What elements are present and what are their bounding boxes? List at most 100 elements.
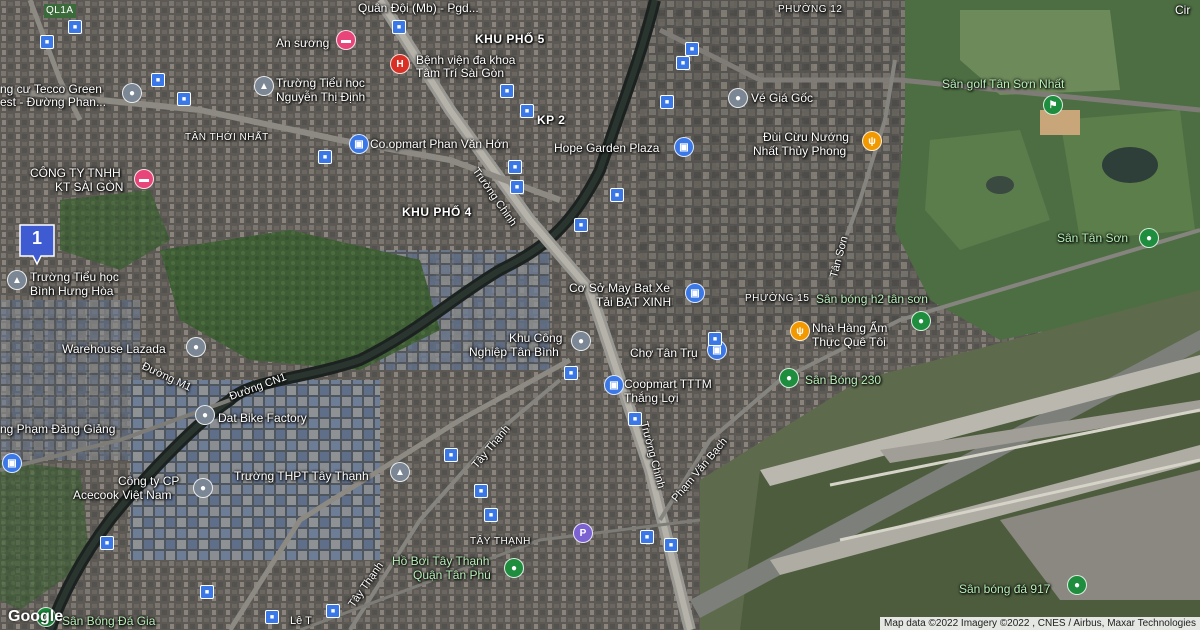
- poi-label-truong-bhh-1[interactable]: Trường Tiểu học: [30, 270, 119, 284]
- school-icon[interactable]: ▲: [7, 270, 27, 290]
- bus-stop-icon[interactable]: ■: [676, 56, 690, 70]
- bus-stop-icon[interactable]: ■: [200, 585, 214, 599]
- poi-label-coopmart-pvh[interactable]: Co.opmart Phan Văn Hớn: [370, 137, 509, 151]
- poi-label-dui-cuu-1[interactable]: Đùi Cừu Nướng: [763, 130, 849, 144]
- poi-label-truong-nguyen-2[interactable]: Nguyễn Thị Định: [276, 90, 365, 104]
- restaurant-icon[interactable]: ψ: [862, 131, 882, 151]
- poi-label-benh-vien-2[interactable]: Tâm Trí Sài Gòn: [416, 66, 504, 80]
- bus-stop-icon[interactable]: ■: [100, 536, 114, 550]
- poi-label-san-bong-230[interactable]: Sân Bóng 230: [805, 373, 881, 387]
- bus-stop-icon[interactable]: ■: [392, 20, 406, 34]
- park-icon[interactable]: ●: [1067, 575, 1087, 595]
- bus-stop-icon[interactable]: ■: [177, 92, 191, 106]
- bus-stop-icon[interactable]: ■: [564, 366, 578, 380]
- poi-label-san-bong-917[interactable]: Sân bóng đá 917: [959, 582, 1050, 596]
- shopping-bag-icon[interactable]: ▣: [604, 375, 624, 395]
- bus-stop-icon[interactable]: ■: [40, 35, 54, 49]
- place-pin-icon[interactable]: ●: [122, 83, 142, 103]
- place-pin-icon[interactable]: ●: [571, 331, 591, 351]
- numbered-location-marker[interactable]: 1: [19, 224, 55, 266]
- satellite-map[interactable]: KHU PHỐ 5 KP 2 KHU PHỐ 4 TÂN THỚI NHẤT P…: [0, 0, 1200, 630]
- hospital-icon[interactable]: H: [390, 54, 410, 74]
- poi-label-an-suong[interactable]: An sương: [276, 36, 329, 50]
- bus-stop-icon[interactable]: ■: [660, 95, 674, 109]
- poi-label-coopmart-tttm-1[interactable]: Coopmart TTTM: [624, 377, 712, 391]
- poi-label-kcn-2[interactable]: Nghiệp Tân Bình: [469, 345, 559, 359]
- poi-label-acecook-2[interactable]: Acecook Việt Nam: [73, 488, 172, 502]
- poi-label-cong-ty-1[interactable]: CÔNG TY TNHH: [30, 166, 121, 180]
- shopping-bag-icon[interactable]: ▣: [685, 283, 705, 303]
- place-pin-icon[interactable]: ●: [193, 478, 213, 498]
- poi-label-kcn-1[interactable]: Khu Công: [509, 331, 562, 345]
- poi-label-cong-ty-2[interactable]: KT SÀI GÒN: [55, 180, 123, 194]
- bus-stop-icon[interactable]: ■: [151, 73, 165, 87]
- bus-stop-icon[interactable]: ■: [510, 180, 524, 194]
- poi-label-san-golf[interactable]: Sân golf Tân Sơn Nhất: [942, 77, 1064, 91]
- poi-label-coopmart-tttm-2[interactable]: Thắng Lợi: [624, 391, 679, 405]
- golf-icon[interactable]: ⚑: [1043, 95, 1063, 115]
- poi-label-dat-bike[interactable]: Dat Bike Factory: [218, 411, 307, 425]
- poi-label-truong-nguyen-1[interactable]: Trường Tiểu học: [276, 76, 365, 90]
- shopping-bag-icon[interactable]: ▣: [349, 134, 369, 154]
- poi-label-ve-gia-goc[interactable]: Vé Giá Gốc: [751, 91, 813, 105]
- poi-label-san-bong-h2[interactable]: Sân bóng h2 tân sơn: [816, 292, 928, 306]
- bed-icon[interactable]: ▬: [336, 30, 356, 50]
- area-label-khu-pho-4: KHU PHỐ 4: [402, 205, 472, 219]
- school-icon[interactable]: ▲: [254, 76, 274, 96]
- poi-label-co-so-1[interactable]: Cơ Sở May Bạt Xe: [569, 281, 670, 295]
- bus-stop-icon[interactable]: ■: [68, 20, 82, 34]
- poi-label-warehouse[interactable]: Warehouse Lazada: [62, 342, 166, 356]
- park-icon[interactable]: ●: [779, 368, 799, 388]
- poi-label-tecco-1[interactable]: ng cư Tecco Green: [0, 82, 102, 96]
- bus-stop-icon[interactable]: ■: [484, 508, 498, 522]
- poi-label-hope-garden[interactable]: Hope Garden Plaza: [554, 141, 659, 155]
- map-attribution[interactable]: Map data ©2022 Imagery ©2022 , CNES / Ai…: [880, 617, 1200, 630]
- poi-label-tecco-2[interactable]: est - Đường Phan...: [0, 95, 106, 109]
- poi-label-cho-tan-tru[interactable]: Chợ Tân Trụ: [630, 346, 698, 360]
- poi-label-san-tan-son[interactable]: Sân Tân Sơn: [1057, 231, 1128, 245]
- bus-stop-icon[interactable]: ■: [500, 84, 514, 98]
- bus-stop-icon[interactable]: ■: [664, 538, 678, 552]
- poi-label-san-bong-da-gia[interactable]: Sân Bóng Đá Gia: [62, 614, 155, 628]
- parking-icon[interactable]: P: [573, 523, 593, 543]
- bus-stop-icon[interactable]: ■: [444, 448, 458, 462]
- poi-label-co-so-2[interactable]: Tải BẠT XINH: [596, 295, 671, 309]
- place-pin-icon[interactable]: ●: [728, 88, 748, 108]
- bus-stop-icon[interactable]: ■: [640, 530, 654, 544]
- school-icon[interactable]: ▲: [390, 462, 410, 482]
- shopping-bag-icon[interactable]: ▣: [2, 453, 22, 473]
- poi-label-nha-hang-2[interactable]: Thực Quê Tôi: [812, 335, 886, 349]
- bus-stop-icon[interactable]: ■: [326, 604, 340, 618]
- bus-stop-icon[interactable]: ■: [318, 150, 332, 164]
- bus-stop-icon[interactable]: ■: [474, 484, 488, 498]
- poi-label-truong-thpt[interactable]: Trường THPT Tây Thạnh: [234, 469, 369, 483]
- bus-stop-icon[interactable]: ■: [574, 218, 588, 232]
- bus-stop-icon[interactable]: ■: [265, 610, 279, 624]
- poi-label-truong-bhh-2[interactable]: Bình Hưng Hòa: [30, 284, 113, 298]
- place-pin-icon[interactable]: ●: [195, 405, 215, 425]
- park-icon[interactable]: ●: [504, 558, 524, 578]
- poi-label-pham-dang-giang[interactable]: ng Phạm Đăng Giảng: [0, 422, 115, 436]
- area-label-tay-thanh: TÂY THẠNH: [470, 536, 531, 547]
- bus-stop-icon[interactable]: ■: [520, 104, 534, 118]
- bus-stop-icon[interactable]: ■: [685, 42, 699, 56]
- poi-label-acecook-1[interactable]: Công ty CP: [118, 474, 179, 488]
- poi-label-dui-cuu-2[interactable]: Nhất Thủy Phong: [753, 144, 846, 158]
- poi-label-quan-doi[interactable]: Quân Đội (Mb) - Pgd...: [358, 1, 479, 15]
- bed-icon[interactable]: ▬: [134, 169, 154, 189]
- bus-stop-icon[interactable]: ■: [708, 332, 722, 346]
- poi-label-ho-boi-1[interactable]: Hồ Bơi Tây Thạnh: [392, 554, 489, 568]
- poi-label-ho-boi-2[interactable]: Quận Tân Phú: [413, 568, 491, 582]
- bus-stop-icon[interactable]: ■: [610, 188, 624, 202]
- poi-label-nha-hang-1[interactable]: Nhà Hàng Ẩm: [812, 321, 887, 335]
- shopping-bag-icon[interactable]: ▣: [674, 137, 694, 157]
- poi-label-benh-vien-1[interactable]: Bệnh viện đa khoa: [416, 53, 515, 67]
- bus-stop-icon[interactable]: ■: [508, 160, 522, 174]
- bus-stop-icon[interactable]: ■: [628, 412, 642, 426]
- park-icon[interactable]: ●: [911, 311, 931, 331]
- restaurant-icon[interactable]: ψ: [790, 321, 810, 341]
- poi-label-cir[interactable]: Cir: [1175, 3, 1190, 17]
- road-shield-ql1a: QL1A: [44, 4, 76, 18]
- place-pin-icon[interactable]: ●: [186, 337, 206, 357]
- park-icon[interactable]: ●: [1139, 228, 1159, 248]
